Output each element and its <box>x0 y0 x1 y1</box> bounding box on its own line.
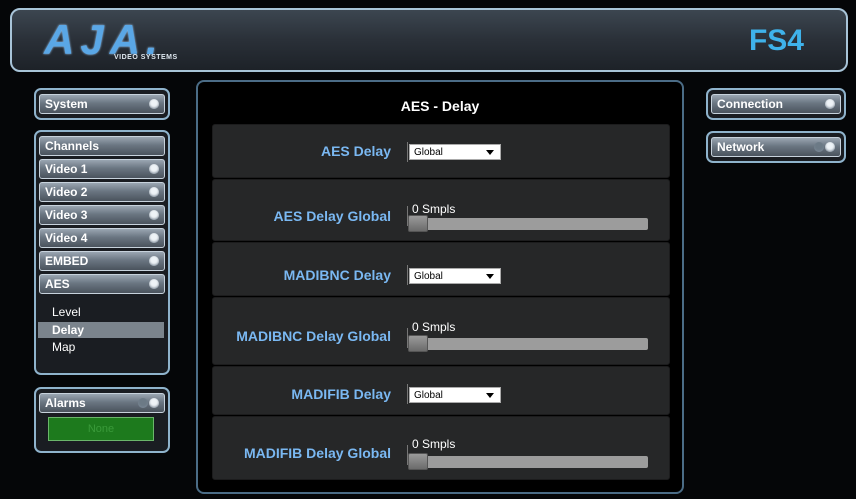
alarm-status-box: None <box>48 417 154 441</box>
dropdown-arrow-icon <box>486 393 494 398</box>
madibnc-delay-row: MADIBNC Delay Global <box>212 242 670 296</box>
channels-header[interactable]: Channels <box>39 136 165 156</box>
connection-panel: Connection <box>706 88 846 120</box>
sidebar-item-label: AES <box>45 277 70 291</box>
system-panel: System <box>34 88 170 120</box>
expand-icon <box>149 210 159 220</box>
expand-icon <box>149 187 159 197</box>
aes-delay-select[interactable]: Global <box>409 144 501 160</box>
dropdown-arrow-icon <box>486 150 494 155</box>
network-label: Network <box>717 140 765 154</box>
row-divider <box>407 265 408 285</box>
sidebar-item-video-3[interactable]: Video 3 <box>39 205 165 225</box>
sidebar-item-embed[interactable]: EMBED <box>39 251 165 271</box>
sidebar-item-video-4[interactable]: Video 4 <box>39 228 165 248</box>
madibnc-delay-label: MADIBNC Delay <box>283 267 391 283</box>
sidebar-subitem-level[interactable]: Level <box>38 304 164 320</box>
expand-icon <box>149 99 159 109</box>
madifib-delay-label: MADIFIB Delay <box>291 386 391 402</box>
sidebar-item-label: Video 1 <box>45 162 88 176</box>
slider-handle[interactable] <box>408 215 428 232</box>
madifib-delay-global-slider[interactable] <box>408 453 648 470</box>
row-divider <box>407 384 408 404</box>
alarms-button[interactable]: Alarms <box>39 393 165 413</box>
row-divider <box>407 142 408 162</box>
channels-panel: Channels Video 1 Video 2 Video 3 Video 4… <box>34 130 170 375</box>
alarms-panel: Alarms None <box>34 387 170 453</box>
aes-delay-global-slider[interactable] <box>408 215 648 232</box>
sidebar-item-label: EMBED <box>45 254 89 268</box>
aes-delay-label: AES Delay <box>320 143 391 159</box>
network-button[interactable]: Network <box>711 137 841 157</box>
slider-handle[interactable] <box>408 453 428 470</box>
sidebar-item-video-1[interactable]: Video 1 <box>39 159 165 179</box>
sidebar-item-aes[interactable]: AES <box>39 274 165 294</box>
sidebar-subitem-delay[interactable]: Delay <box>38 322 164 338</box>
madibnc-delay-global-row: MADIBNC Delay Global 0 Smpls <box>212 297 670 365</box>
madifib-delay-row: MADIFIB Delay Global <box>212 366 670 415</box>
slider-handle[interactable] <box>408 335 428 352</box>
select-value: Global <box>414 271 443 282</box>
sidebar-item-label: Video 4 <box>45 231 88 245</box>
expand-icon <box>149 256 159 266</box>
collapse-icon <box>149 279 159 289</box>
sidebar-item-video-2[interactable]: Video 2 <box>39 182 165 202</box>
aes-delay-row: AES Delay Global <box>212 124 670 178</box>
alarms-label: Alarms <box>45 396 86 410</box>
status-light-icon <box>814 142 824 152</box>
logo-subtitle: VIDEO SYSTEMS <box>114 54 178 61</box>
slider-value: 0 Smpls <box>412 320 456 334</box>
connection-label: Connection <box>717 97 783 111</box>
expand-icon <box>149 164 159 174</box>
madibnc-delay-global-slider[interactable] <box>408 335 648 352</box>
dropdown-arrow-icon <box>486 274 494 279</box>
sidebar-item-label: Video 3 <box>45 208 88 222</box>
page-title: AES - Delay <box>400 98 480 114</box>
main-content-panel: AES - Delay AES Delay Global AES Delay G… <box>196 80 684 494</box>
model-name: FS4 <box>748 24 804 57</box>
aja-logo: AJA. VIDEO SYSTEMS <box>38 16 198 68</box>
header-bar: AJA. VIDEO SYSTEMS FS4 <box>10 8 848 72</box>
connection-button[interactable]: Connection <box>711 94 841 114</box>
status-light-icon <box>138 398 148 408</box>
select-value: Global <box>414 147 443 158</box>
select-value: Global <box>414 390 443 401</box>
expand-icon <box>825 142 835 152</box>
network-panel: Network <box>706 131 846 163</box>
madibnc-delay-global-label: MADIBNC Delay Global <box>236 328 391 344</box>
madifib-delay-global-row: MADIFIB Delay Global 0 Smpls <box>212 416 670 480</box>
expand-icon <box>149 398 159 408</box>
system-button[interactable]: System <box>39 94 165 114</box>
slider-value: 0 Smpls <box>412 437 456 451</box>
aes-delay-global-label: AES Delay Global <box>273 208 391 224</box>
expand-icon <box>825 99 835 109</box>
madifib-delay-select[interactable]: Global <box>409 387 501 403</box>
system-label: System <box>45 97 88 111</box>
aes-delay-global-row: AES Delay Global 0 Smpls <box>212 179 670 241</box>
channels-label: Channels <box>45 139 100 153</box>
madifib-delay-global-label: MADIFIB Delay Global <box>243 445 391 461</box>
sidebar-item-label: Video 2 <box>45 185 88 199</box>
slider-value: 0 Smpls <box>412 202 456 216</box>
expand-icon <box>149 233 159 243</box>
madibnc-delay-select[interactable]: Global <box>409 268 501 284</box>
sidebar-subitem-map[interactable]: Map <box>38 339 164 355</box>
